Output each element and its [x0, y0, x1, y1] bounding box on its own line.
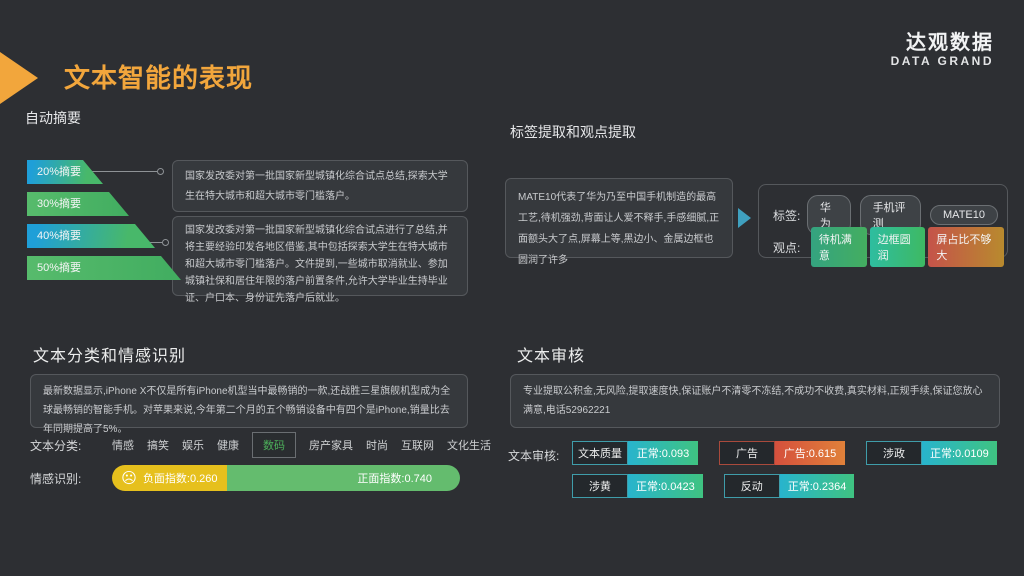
- review-source-box: 专业提取公积金,无风险,提取速度快,保证账户不清零不冻结,不成功不收费,真实材料…: [510, 374, 1000, 428]
- opinion-tag: 待机满意: [811, 227, 867, 267]
- review-badge-result: 正常:0.093: [628, 441, 698, 465]
- category-item: 情感: [112, 437, 134, 453]
- section-label-auto-summary: 自动摘要: [25, 108, 81, 128]
- sentiment-row: 情感识别: ☹ 负面指数:0.260 正面指数:0.740: [30, 465, 460, 491]
- funnel-bar-30: 30%摘要: [27, 192, 129, 216]
- funnel-bar-20: 20%摘要: [27, 160, 103, 184]
- review-badge-result: 正常:0.0109: [922, 441, 997, 465]
- review-badge-politics: 涉政 正常:0.0109: [866, 441, 997, 465]
- classify-source-box: 最新数据显示,iPhone X不仅是所有iPhone机型当中最畅销的一款,还战胜…: [30, 374, 468, 428]
- category-item: 文化生活: [447, 437, 491, 453]
- funnel-bar-50: 50%摘要: [27, 256, 181, 280]
- review-badge-row: 涉黄 正常:0.0423 反动 正常:0.2364: [572, 474, 997, 498]
- review-badge-name: 涉政: [866, 441, 922, 465]
- negative-sentiment-text: 负面指数:0.260: [143, 470, 218, 486]
- review-badge-name: 文本质量: [572, 441, 628, 465]
- classify-row: 文本分类: 情感 搞笑 娱乐 健康 数码 房产家具 时尚 互联网 文化生活: [30, 433, 475, 457]
- category-item: 互联网: [401, 437, 434, 453]
- review-badge-porn: 涉黄 正常:0.0423: [572, 474, 703, 498]
- summary-box-40: 国家发改委对第一批国家新型城镇化综合试点进行了总结,并将主要经验印发各地区借鉴,…: [172, 216, 468, 296]
- review-badges: 文本质量 正常:0.093 广告 广告:0.615 涉政 正常:0.0109 涉…: [572, 441, 997, 507]
- brand-logo-cn: 达观数据: [891, 32, 994, 55]
- section-title-review: 文本审核: [517, 342, 585, 366]
- review-badge-name: 广告: [719, 441, 775, 465]
- review-badge-name: 反动: [724, 474, 780, 498]
- connector-line-20: [85, 171, 157, 172]
- opinions-label: 观点:: [773, 239, 811, 256]
- arrow-right-icon: [738, 208, 751, 228]
- review-badge-row: 文本质量 正常:0.093 广告 广告:0.615 涉政 正常:0.0109: [572, 441, 997, 465]
- section-label-tag-opinion: 标签提取和观点提取: [510, 122, 636, 142]
- opinion-tag: 边框圆润: [870, 227, 926, 267]
- classify-label: 文本分类:: [30, 437, 112, 454]
- category-item: 健康: [217, 437, 239, 453]
- sentiment-bar: ☹ 负面指数:0.260 正面指数:0.740: [112, 465, 460, 491]
- tags-label: 标签:: [773, 207, 807, 224]
- review-badge-quality: 文本质量 正常:0.093: [572, 441, 698, 465]
- slide: 文本智能的表现 达观数据 DATA GRAND 自动摘要 20%摘要 30%摘要…: [0, 0, 1024, 576]
- positive-sentiment-text: 正面指数:0.740: [357, 470, 432, 486]
- brand-logo-en: DATA GRAND: [891, 55, 994, 69]
- opinion-tag: 屏占比不够大: [928, 227, 1004, 267]
- tags-panel: 标签: 华为 手机评测 MATE10 观点: 待机满意 边框圆润 屏占比不够大: [758, 184, 1008, 258]
- category-item: 娱乐: [182, 437, 204, 453]
- review-badge-result: 正常:0.0423: [628, 474, 703, 498]
- review-badge-result: 广告:0.615: [775, 441, 845, 465]
- sentiment-label: 情感识别:: [30, 470, 112, 487]
- opinions-row: 观点: 待机满意 边框圆润 屏占比不够大: [773, 227, 1007, 267]
- negative-sentiment-segment: ☹ 负面指数:0.260: [112, 465, 227, 491]
- review-badge-result: 正常:0.2364: [780, 474, 855, 498]
- funnel-bar-40: 40%摘要: [27, 224, 155, 248]
- category-item: 房产家具: [309, 437, 353, 453]
- review-badge-reactionary: 反动 正常:0.2364: [724, 474, 855, 498]
- category-item-selected: 数码: [252, 432, 296, 458]
- tag-pill: MATE10: [930, 205, 998, 225]
- review-label: 文本审核:: [508, 447, 559, 464]
- category-item: 搞笑: [147, 437, 169, 453]
- title-arrow-icon: [0, 52, 38, 104]
- review-badge-name: 涉黄: [572, 474, 628, 498]
- summary-box-20: 国家发改委对第一批国家新型城镇化综合试点总结,探索大学生在特大城市和超大城市零门…: [172, 160, 468, 212]
- category-list: 情感 搞笑 娱乐 健康 数码 房产家具 时尚 互联网 文化生活: [112, 432, 491, 458]
- sad-face-icon: ☹: [121, 471, 137, 486]
- review-badge-ad: 广告 广告:0.615: [719, 441, 845, 465]
- category-item: 时尚: [366, 437, 388, 453]
- positive-sentiment-segment: 正面指数:0.740: [227, 465, 460, 491]
- tag-opinion-source-box: MATE10代表了华为乃至中国手机制造的最高工艺,待机强劲,背面让人爱不释手,手…: [505, 178, 733, 258]
- page-title: 文本智能的表现: [64, 58, 253, 95]
- section-title-classify: 文本分类和情感识别: [33, 342, 186, 366]
- brand-logo: 达观数据 DATA GRAND: [891, 32, 994, 69]
